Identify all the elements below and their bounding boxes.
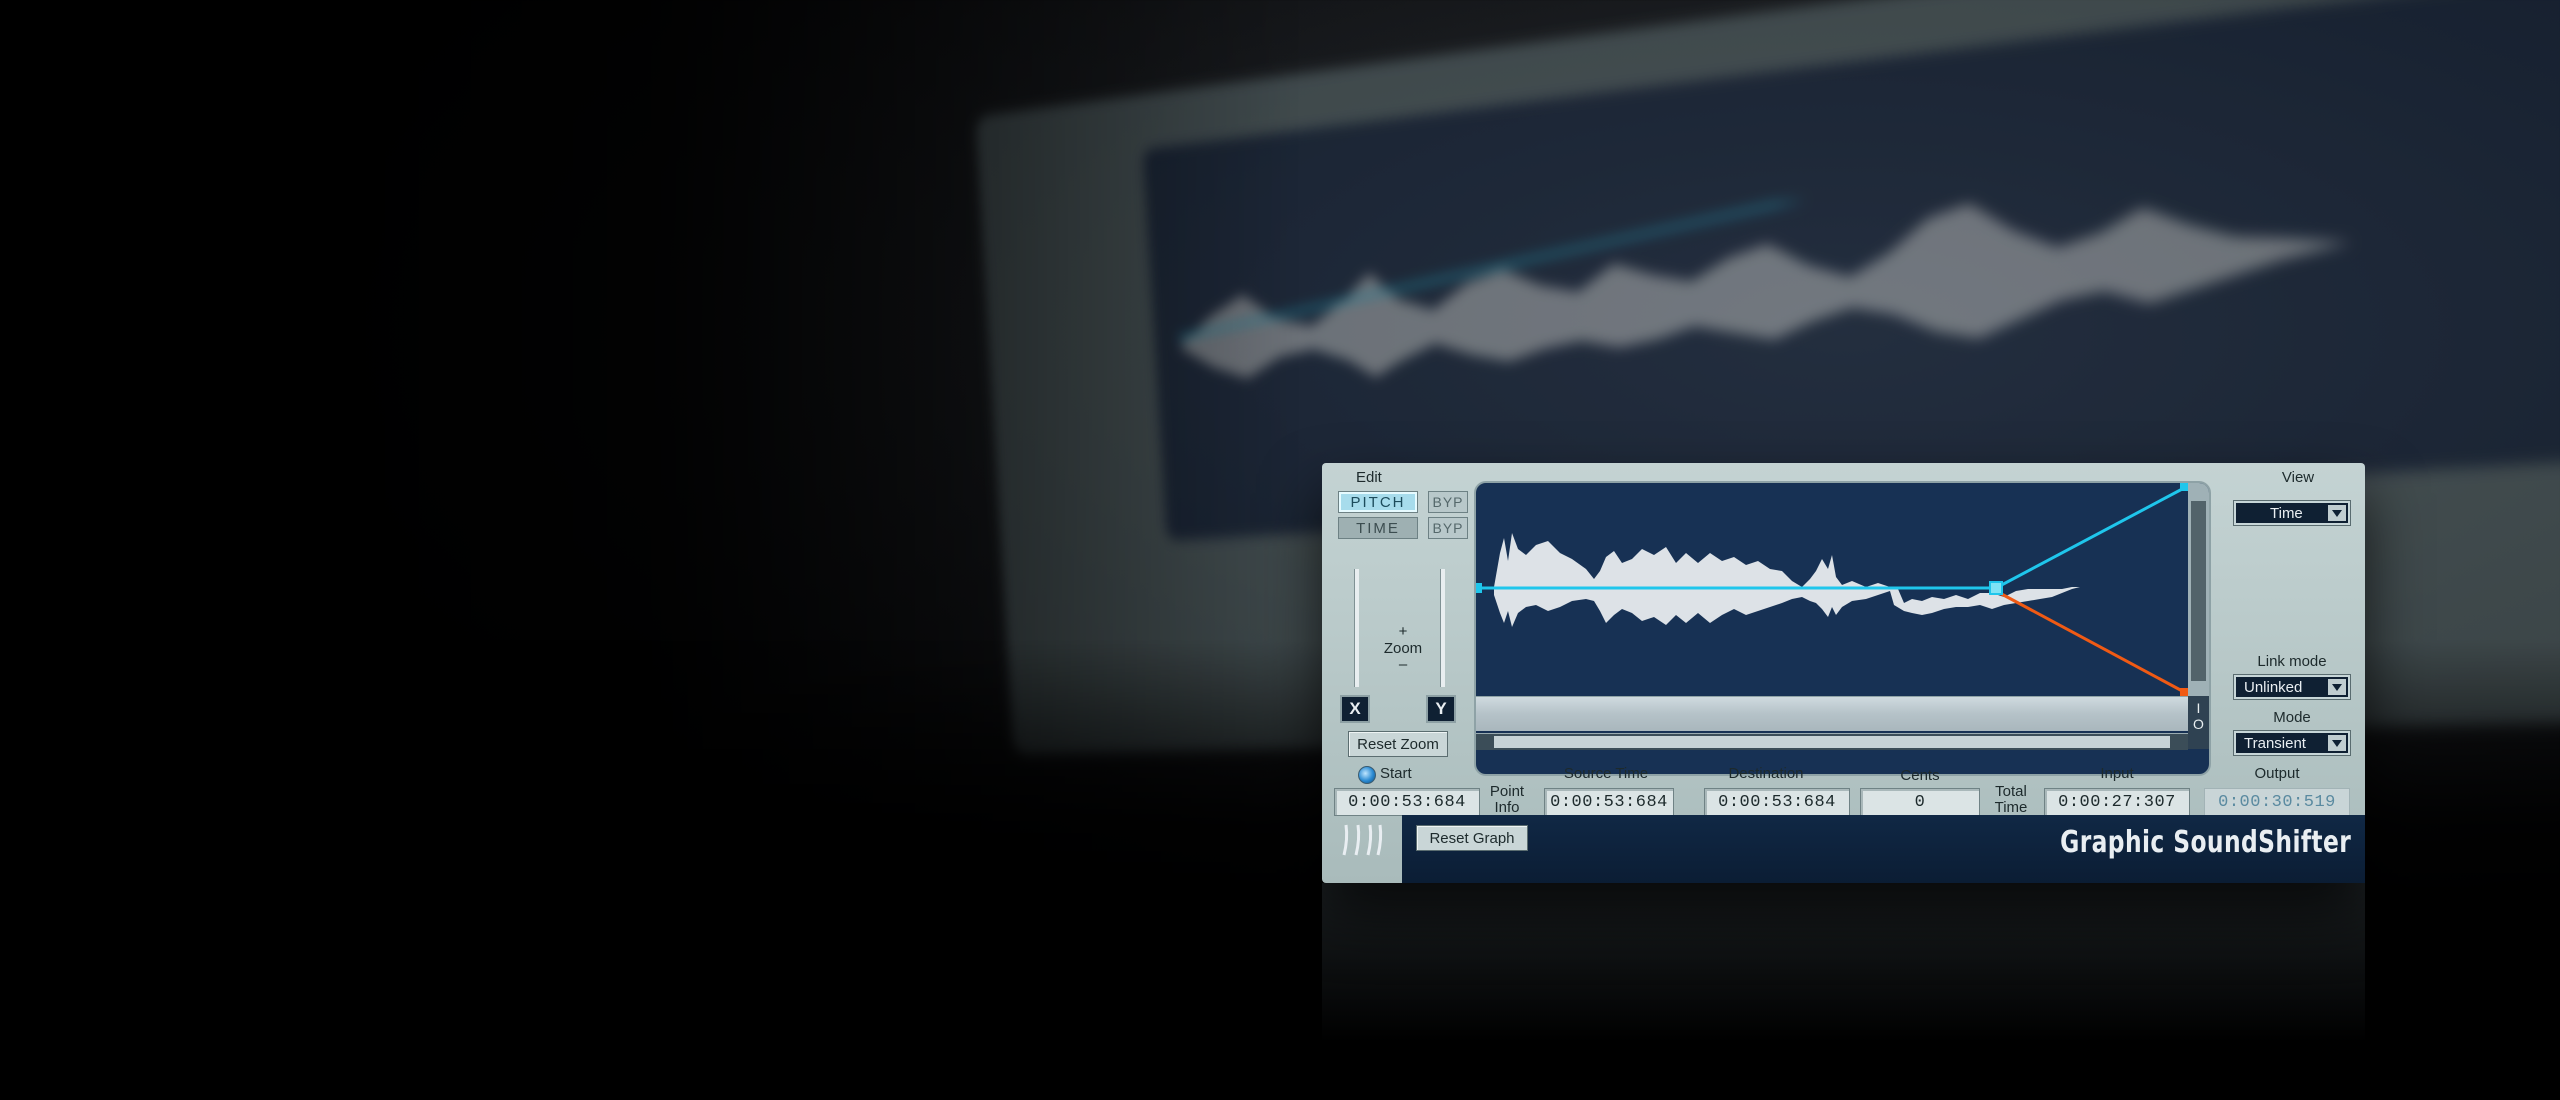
link-mode-select-value: Unlinked [2244, 679, 2303, 696]
zoom-plus-label: + [1398, 623, 1408, 640]
pitch-bypass-button[interactable]: BYP [1428, 491, 1468, 513]
input-time-field[interactable]: 0:00:27:307 [2044, 788, 2190, 816]
horizontal-scrollbar[interactable] [1476, 733, 2188, 750]
output-label: Output [2254, 765, 2300, 782]
graph-start-point [1476, 583, 1482, 593]
cents-label: Cents [1900, 767, 1940, 784]
input-label: Input [2100, 765, 2134, 782]
reset-graph-button[interactable]: Reset Graph [1416, 825, 1528, 851]
edit-label: Edit [1356, 469, 1382, 486]
cents-field[interactable]: 0 [1860, 788, 1980, 816]
overview-strip[interactable] [1476, 696, 2188, 731]
time-curve [1995, 589, 2187, 695]
link-mode-select[interactable]: Unlinked [2234, 675, 2350, 699]
input-output-indicator: I O [2188, 696, 2209, 749]
time-button[interactable]: TIME [1338, 517, 1418, 539]
graph-end-point-pitch [2180, 483, 2188, 491]
edit-controls: PITCH TIME BYP BYP [1338, 491, 1474, 563]
start-label: Start [1380, 765, 1412, 782]
io-bottom-label: O [2193, 716, 2204, 732]
reset-zoom-button[interactable]: Reset Zoom [1348, 731, 1448, 757]
total-time-label-line2: Time [1994, 799, 2028, 816]
output-time-field: 0:00:30:519 [2204, 788, 2350, 816]
total-time-label-line1: Total [1995, 783, 2027, 800]
graph-end-point-time [2180, 688, 2188, 696]
plugin-window: Edit PITCH TIME BYP BYP + Zoom – X Y Res… [1322, 463, 2365, 883]
source-time-field[interactable]: 0:00:53:684 [1544, 788, 1674, 816]
zoom-minus-label: – [1398, 656, 1408, 673]
time-bypass-button[interactable]: BYP [1428, 517, 1468, 539]
source-time-label: Source Time [1563, 765, 1649, 782]
point-info-label-line1: Point [1489, 783, 1525, 800]
chevron-down-icon[interactable] [2328, 735, 2346, 751]
point-info-label-line2: Info [1494, 799, 1520, 816]
y-zoom-button[interactable]: Y [1426, 695, 1456, 723]
view-label: View [2281, 469, 2315, 486]
chevron-down-icon[interactable] [2328, 679, 2346, 695]
io-top-label: I [2196, 700, 2201, 716]
product-brand: Graphic SoundShifter [2059, 825, 2351, 860]
mode-select[interactable]: Transient [2234, 731, 2350, 755]
graph-mid-point [1989, 581, 2003, 595]
waves-logo-icon [1342, 824, 1383, 856]
radio-selected-icon[interactable] [1358, 766, 1376, 784]
horizontal-scroll-thumb[interactable] [1494, 736, 2170, 748]
x-zoom-button[interactable]: X [1340, 695, 1370, 723]
chevron-down-icon[interactable] [2328, 505, 2346, 521]
graph-display[interactable]: I O [1474, 481, 2211, 776]
vertical-scroll-thumb[interactable] [2191, 501, 2206, 681]
y-zoom-slider[interactable] [1440, 569, 1445, 687]
x-zoom-slider[interactable] [1354, 569, 1359, 687]
view-select[interactable]: Time [2234, 501, 2350, 525]
zoom-label: Zoom [1383, 640, 1423, 657]
plugin-reflection [1322, 883, 2365, 1043]
mode-select-value: Transient [2244, 735, 2306, 752]
mode-label: Mode [2273, 709, 2311, 726]
destination-field[interactable]: 0:00:53:684 [1704, 788, 1850, 816]
pitch-button[interactable]: PITCH [1338, 491, 1418, 513]
start-time-field[interactable]: 0:00:53:684 [1334, 788, 1480, 816]
view-select-value: Time [2270, 505, 2303, 522]
vertical-scrollbar[interactable] [2188, 483, 2209, 696]
waveform-graph[interactable] [1476, 483, 2209, 696]
waveform [1494, 533, 2080, 627]
link-mode-label: Link mode [2257, 653, 2327, 670]
destination-label: Destination [1728, 765, 1804, 782]
footer-bar: Reset Graph Graphic SoundShifter [1402, 815, 2365, 883]
